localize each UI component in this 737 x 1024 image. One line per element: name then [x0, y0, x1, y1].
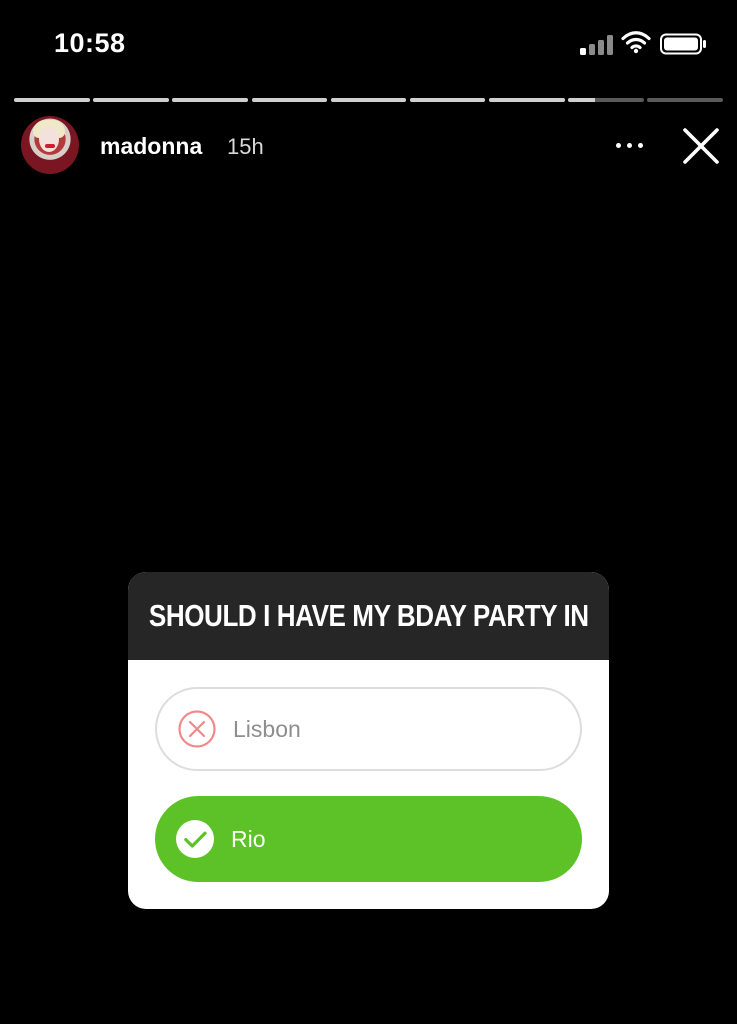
poll-question: SHOULD I HAVE MY BDAY PARTY IN [148, 598, 589, 633]
close-icon[interactable] [681, 126, 721, 166]
story-progress-segment [251, 98, 328, 102]
poll-option-label: Rio [231, 826, 266, 852]
story-progress-segment [489, 98, 565, 102]
story-progress-segment [14, 98, 90, 102]
story-progress-segment [330, 98, 407, 102]
poll-question-bar: SHOULD I HAVE MY BDAY PARTY IN [128, 572, 609, 660]
more-icon[interactable] [614, 140, 646, 150]
signal-icon [580, 33, 614, 55]
status-bar: 10:58 [0, 0, 737, 90]
check-circle-icon [175, 819, 215, 859]
story-progress-segment [647, 98, 723, 102]
poll-option-label: Lisbon [233, 716, 301, 742]
wifi-icon [621, 30, 651, 54]
story-progress-segment [172, 98, 248, 102]
avatar[interactable] [21, 116, 79, 174]
story-progress-segment [93, 98, 169, 102]
poll-card: SHOULD I HAVE MY BDAY PARTY IN Lisbon Ri… [128, 572, 609, 909]
story-time-ago: 15h [227, 134, 264, 159]
story-header: madonna 15h [0, 112, 737, 178]
story-progress-segment [568, 98, 644, 102]
story-progress-bar [14, 98, 723, 102]
battery-icon [660, 33, 708, 55]
username-link[interactable]: madonna [100, 133, 202, 160]
poll-option-rio[interactable]: Rio [155, 796, 582, 882]
poll-option-lisbon[interactable]: Lisbon [155, 687, 582, 771]
x-circle-icon [177, 709, 217, 749]
status-time: 10:58 [54, 28, 126, 58]
story-progress-segment [409, 98, 486, 102]
